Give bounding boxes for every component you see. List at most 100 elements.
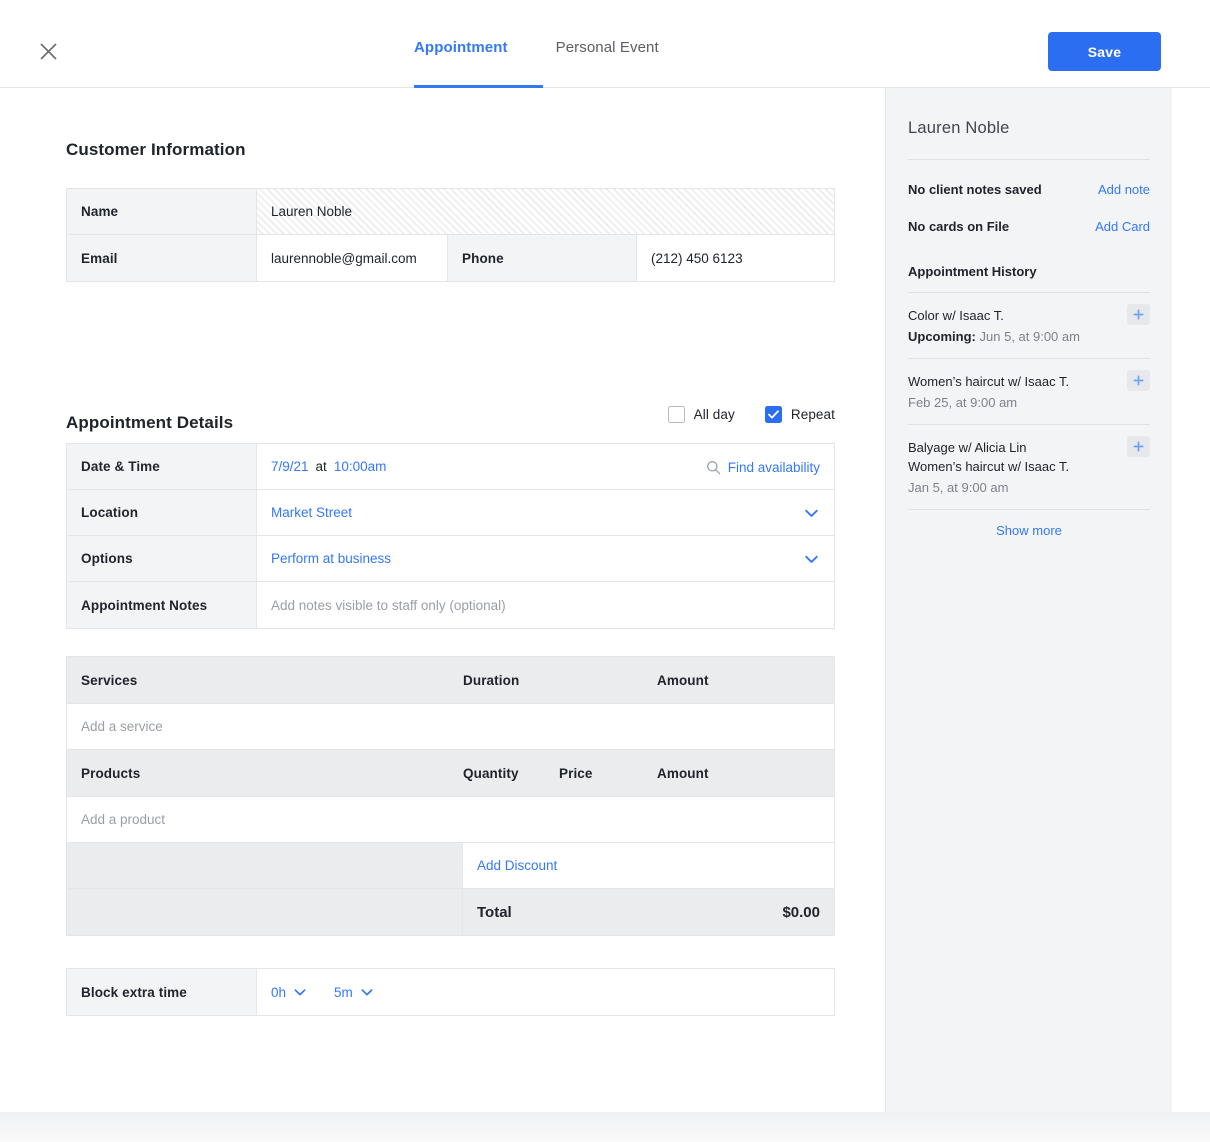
chevron-down-icon[interactable] bbox=[805, 505, 818, 520]
minutes-value: 5m bbox=[334, 985, 353, 1000]
sidebar-client-name: Lauren Noble bbox=[908, 119, 1150, 138]
appointment-notes-input[interactable]: Add notes visible to staff only (optiona… bbox=[257, 582, 834, 628]
phone-label: Phone bbox=[447, 235, 637, 281]
email-value[interactable]: laurennoble@gmail.com bbox=[257, 235, 447, 281]
discount-row: Add Discount bbox=[67, 843, 834, 889]
repeat-checkbox[interactable]: Repeat bbox=[765, 406, 835, 423]
block-extra-time-controls: 0h 5m bbox=[257, 969, 834, 1015]
total-value: $0.00 bbox=[782, 904, 820, 921]
name-label: Name bbox=[67, 189, 257, 234]
repeat-label: Repeat bbox=[791, 407, 835, 422]
date-value[interactable]: 7/9/21 bbox=[271, 459, 309, 474]
add-product-input[interactable]: Add a product bbox=[67, 797, 834, 843]
close-icon[interactable] bbox=[33, 36, 63, 66]
options-label: Options bbox=[67, 536, 257, 581]
window-header: Appointment Personal Event Save bbox=[0, 0, 1210, 88]
at-word: at bbox=[316, 459, 327, 474]
plus-icon[interactable] bbox=[1127, 370, 1150, 391]
price-header: Price bbox=[559, 766, 657, 781]
plus-icon[interactable] bbox=[1127, 304, 1150, 325]
show-more-button[interactable]: Show more bbox=[908, 523, 1150, 538]
location-value: Market Street bbox=[271, 505, 352, 520]
appointment-history-title: Appointment History bbox=[908, 264, 1150, 279]
all-day-label: All day bbox=[694, 407, 735, 422]
sidebar-divider bbox=[908, 159, 1150, 160]
date-time-row: Date & Time 7/9/21 at 10:00am Find avail… bbox=[67, 444, 834, 490]
history-item: Color w/ Isaac T. Upcoming: Jun 5, at 9:… bbox=[908, 293, 1150, 358]
appointment-details-title: Appointment Details bbox=[66, 413, 233, 433]
history-service: Color w/ Isaac T. bbox=[908, 306, 1150, 325]
discount-row-spacer bbox=[67, 843, 463, 888]
duration-header: Duration bbox=[463, 673, 657, 688]
tab-personal-event[interactable]: Personal Event bbox=[556, 38, 659, 58]
minutes-select[interactable]: 5m bbox=[334, 985, 373, 1000]
options-row: Options Perform at business bbox=[67, 536, 834, 582]
phone-value[interactable]: (212) 450 6123 bbox=[637, 235, 834, 281]
history-when: Feb 25, at 9:00 am bbox=[908, 393, 1150, 412]
find-availability-label: Find availability bbox=[728, 460, 820, 475]
history-when: Jan 5, at 9:00 am bbox=[908, 478, 1150, 497]
history-service: Balyage w/ Alicia Lin bbox=[908, 438, 1150, 457]
cards-on-file-status: No cards on File bbox=[908, 219, 1009, 234]
history-service: Women’s haircut w/ Isaac T. bbox=[908, 457, 1150, 476]
tab-appointment[interactable]: Appointment bbox=[414, 38, 508, 58]
all-day-checkbox-box bbox=[668, 406, 685, 423]
search-icon bbox=[706, 460, 721, 475]
chevron-down-icon bbox=[294, 989, 306, 996]
appointment-editor-window: Appointment Personal Event Save Customer… bbox=[0, 0, 1210, 1142]
client-notes-status: No client notes saved bbox=[908, 182, 1042, 197]
add-card-button[interactable]: Add Card bbox=[1095, 219, 1150, 234]
appointment-notes-row: Appointment Notes Add notes visible to s… bbox=[67, 582, 834, 628]
save-button[interactable]: Save bbox=[1048, 32, 1161, 71]
total-row: Total $0.00 bbox=[67, 889, 834, 935]
total-label: Total bbox=[477, 904, 512, 921]
hours-select[interactable]: 0h bbox=[271, 985, 306, 1000]
customer-information-title: Customer Information bbox=[66, 140, 246, 160]
name-value: Lauren Noble bbox=[257, 189, 834, 234]
add-note-button[interactable]: Add note bbox=[1098, 182, 1150, 197]
block-extra-time-row: Block extra time 0h 5m bbox=[67, 969, 834, 1015]
chevron-down-icon[interactable] bbox=[805, 551, 818, 566]
chevron-down-icon bbox=[361, 989, 373, 996]
history-when-date: Jun 5, at 9:00 am bbox=[976, 329, 1080, 344]
sidebar-divider bbox=[908, 509, 1150, 510]
time-value[interactable]: 10:00am bbox=[334, 459, 387, 474]
add-service-input[interactable]: Add a service bbox=[67, 704, 834, 750]
quantity-header: Quantity bbox=[463, 766, 559, 781]
email-label: Email bbox=[67, 235, 257, 281]
main-content: Customer Information Name Lauren Noble E… bbox=[0, 88, 866, 1112]
window-bottom-strip bbox=[0, 1112, 1210, 1142]
add-discount-button[interactable]: Add Discount bbox=[477, 858, 557, 873]
services-header-row: Services Duration Amount bbox=[67, 657, 834, 704]
total-row-spacer bbox=[67, 889, 463, 935]
products-header: Products bbox=[67, 766, 463, 781]
history-service: Women’s haircut w/ Isaac T. bbox=[908, 372, 1150, 391]
plus-icon[interactable] bbox=[1127, 436, 1150, 457]
services-products-table: Services Duration Amount Add a service P… bbox=[66, 656, 835, 936]
customer-name-row: Name Lauren Noble bbox=[67, 189, 834, 235]
location-row: Location Market Street bbox=[67, 490, 834, 536]
appointment-toggles: All day Repeat bbox=[668, 406, 835, 423]
options-select[interactable]: Perform at business bbox=[257, 536, 834, 581]
history-item: Balyage w/ Alicia Lin Women’s haircut w/… bbox=[908, 425, 1150, 509]
options-value: Perform at business bbox=[271, 551, 391, 566]
amount-header: Amount bbox=[657, 673, 834, 688]
services-header: Services bbox=[67, 673, 463, 688]
customer-contact-row: Email laurennoble@gmail.com Phone (212) … bbox=[67, 235, 834, 281]
location-select[interactable]: Market Street bbox=[257, 490, 834, 535]
tab-bar: Appointment Personal Event bbox=[414, 38, 659, 58]
find-availability-button[interactable]: Find availability bbox=[706, 444, 820, 490]
repeat-checkbox-box bbox=[765, 406, 782, 423]
hours-value: 0h bbox=[271, 985, 286, 1000]
block-extra-time-label: Block extra time bbox=[67, 969, 257, 1015]
client-notes-line: No client notes saved Add note bbox=[908, 182, 1150, 197]
appointment-notes-label: Appointment Notes bbox=[67, 582, 257, 628]
client-sidebar: Lauren Noble No client notes saved Add n… bbox=[885, 88, 1172, 1112]
cards-on-file-line: No cards on File Add Card bbox=[908, 219, 1150, 234]
history-when: Upcoming: Jun 5, at 9:00 am bbox=[908, 327, 1150, 346]
history-when-prefix: Upcoming: bbox=[908, 329, 976, 344]
location-label: Location bbox=[67, 490, 257, 535]
block-extra-time-table: Block extra time 0h 5m bbox=[66, 968, 835, 1016]
date-time-label: Date & Time bbox=[67, 444, 257, 489]
all-day-checkbox[interactable]: All day bbox=[668, 406, 735, 423]
